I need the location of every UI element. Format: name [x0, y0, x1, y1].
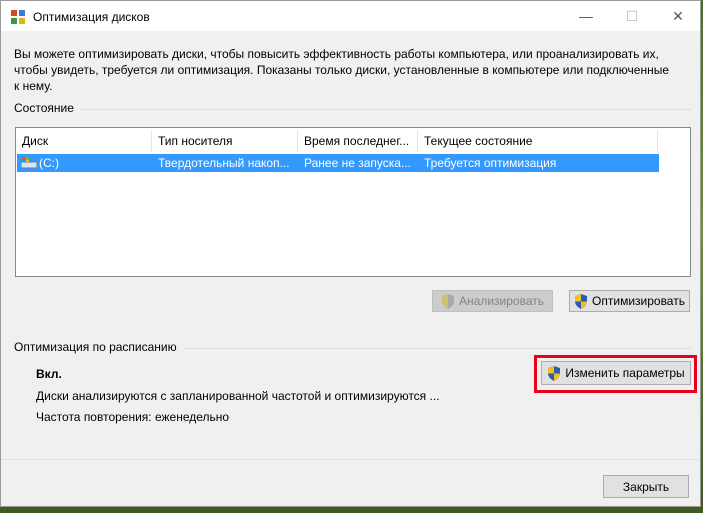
schedule-details: Диски анализируются с запланированной ча… [36, 389, 440, 403]
column-header-last-run[interactable]: Время последнег... [298, 130, 418, 153]
optimize-button-label: Оптимизировать [592, 294, 685, 308]
schedule-section-label: Оптимизация по расписанию [14, 340, 177, 354]
description-text: Вы можете оптимизировать диски, чтобы по… [14, 47, 670, 93]
optimize-drives-window: Оптимизация дисков — ☐ ✕ Вы можете оптим… [0, 0, 701, 507]
drive-last-run: Ранее не запуска... [304, 156, 411, 170]
change-settings-button[interactable]: Изменить параметры [541, 361, 691, 385]
change-settings-button-label: Изменить параметры [565, 366, 685, 380]
column-header-media-type[interactable]: Тип носителя [152, 130, 298, 153]
schedule-frequency: Частота повторения: еженедельно [36, 410, 230, 424]
column-header-drive[interactable]: Диск [16, 130, 152, 153]
drive-media-type: Твердотельный накоп... [158, 156, 290, 170]
analyze-button[interactable]: Анализировать [432, 290, 553, 312]
uac-shield-icon [548, 365, 561, 381]
uac-shield-icon [442, 293, 455, 309]
status-section-label: Состояние [14, 101, 74, 115]
close-button[interactable]: Закрыть [603, 475, 689, 498]
drive-row[interactable]: (C:) Твердотельный накоп... Ранее не зап… [17, 154, 659, 172]
analyze-button-label: Анализировать [459, 294, 544, 308]
drives-list-header: Диск Тип носителя Время последнег... Тек… [16, 130, 690, 153]
window-title: Оптимизация дисков [33, 10, 150, 24]
column-header-current-state[interactable]: Текущее состояние [418, 130, 658, 153]
uac-shield-icon [575, 293, 588, 309]
status-separator [81, 109, 691, 110]
drive-name: (C:) [39, 156, 59, 170]
defrag-app-icon [11, 10, 25, 24]
schedule-status: Вкл. [36, 367, 62, 381]
footer [1, 460, 700, 506]
schedule-separator [185, 348, 691, 349]
maximize-button[interactable]: ☐ [609, 1, 655, 31]
close-window-button[interactable]: ✕ [655, 1, 701, 31]
drive-current-state: Требуется оптимизация [424, 156, 557, 170]
minimize-button[interactable]: — [563, 1, 609, 31]
title-bar[interactable]: Оптимизация дисков — ☐ ✕ [1, 1, 700, 31]
drives-list[interactable]: Диск Тип носителя Время последнег... Тек… [15, 127, 691, 277]
optimize-button[interactable]: Оптимизировать [569, 290, 690, 312]
